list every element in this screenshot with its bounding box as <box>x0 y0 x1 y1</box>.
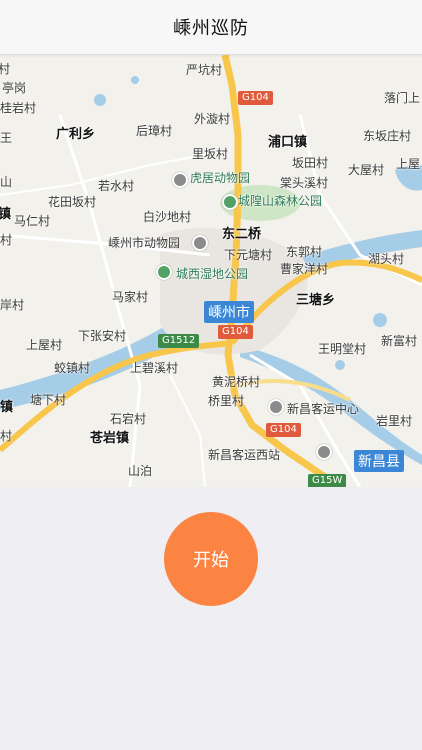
map-label: 山 <box>0 175 13 189</box>
map-label: 上屋村 <box>26 338 63 352</box>
map-label: 岸村 <box>0 298 25 312</box>
zoo-icon <box>172 172 188 188</box>
map-label: 花田坂村 <box>48 195 97 209</box>
map-label: 桥里村 <box>208 394 245 408</box>
page-title: 嵊州巡防 <box>173 18 249 39</box>
route-shield: G104 <box>238 91 273 105</box>
map-label: 广利乡 <box>56 127 96 142</box>
map-label: 新富村 <box>381 334 418 348</box>
map-label: 山泊 <box>128 464 153 478</box>
route-shield: G15W <box>308 474 347 487</box>
route-shield: G104 <box>266 423 301 437</box>
map-label: 下张安村 <box>78 329 127 343</box>
map-label: 湖头村 <box>368 252 405 266</box>
map-label: 曹家洋村 <box>280 262 329 276</box>
map-label: 村 <box>0 429 13 443</box>
route-shield: G104 <box>218 325 253 339</box>
map-label: 浦口镇 <box>268 135 308 150</box>
map-label: 亭岗 <box>2 81 27 95</box>
map-view[interactable]: G104 G1512 G104 G104 G15W 嵊州市 新昌县 严坑村 落门… <box>0 55 422 487</box>
map-label: 桂岩村 <box>0 101 37 115</box>
map-label: 黄泥桥村 <box>212 375 261 389</box>
park-icon <box>156 264 172 280</box>
map-label: 岩里村 <box>376 414 413 428</box>
map-label: 王明堂村 <box>318 342 367 356</box>
map-label: 上碧溪村 <box>130 361 179 375</box>
map-label: 外漩村 <box>194 112 231 126</box>
map-label: 落门上 <box>384 91 421 105</box>
map-label: 里坂村 <box>192 147 229 161</box>
map-label: 蛟镇村 <box>54 361 91 375</box>
map-label: 嵊州市动物园 <box>108 236 181 250</box>
map-label: 城西湿地公园 <box>176 267 249 281</box>
map-label: 东郭村 <box>286 245 323 259</box>
start-button[interactable]: 开始 <box>164 512 258 606</box>
map-label: 城隍山森林公园 <box>238 194 323 208</box>
map-label: 若水村 <box>98 179 135 193</box>
map-label: 王 <box>0 131 13 145</box>
map-label: 镇 <box>0 400 14 415</box>
park-icon <box>222 194 238 210</box>
map-label: 上屋 <box>396 157 421 171</box>
map-label: 马仁村 <box>14 214 51 228</box>
map-label: 塘下村 <box>30 393 67 407</box>
map-label: 严坑村 <box>186 63 223 77</box>
map-label: 新昌客运西站 <box>208 448 281 462</box>
map-label: 马家村 <box>112 290 149 304</box>
map-label: 新昌客运中心 <box>287 402 360 416</box>
zoo-icon <box>192 235 208 251</box>
county-badge: 新昌县 <box>354 450 404 472</box>
route-shield: G1512 <box>158 334 200 348</box>
map-label: 村 <box>0 62 11 76</box>
map-label: 石宕村 <box>110 412 147 426</box>
map-label: 东二桥 <box>222 227 262 242</box>
map-label: 大屋村 <box>348 163 385 177</box>
map-label: 苍岩镇 <box>90 431 130 446</box>
map-label: 白沙地村 <box>143 210 192 224</box>
map-label: 三塘乡 <box>296 293 336 308</box>
city-badge: 嵊州市 <box>204 301 254 323</box>
map-label: 村 <box>0 233 13 247</box>
bus-station-icon <box>316 444 332 460</box>
map-label: 镇 <box>0 207 12 222</box>
app-header: 嵊州巡防 <box>0 0 422 55</box>
map-label: 东坂庄村 <box>363 129 412 143</box>
map-label: 棠头溪村 <box>280 176 329 190</box>
map-label: 下元塘村 <box>224 248 273 262</box>
map-label: 坂田村 <box>292 156 329 170</box>
map-label: 虎居动物园 <box>190 171 251 185</box>
map-label: 后璋村 <box>136 124 173 138</box>
bus-station-icon <box>268 399 284 415</box>
